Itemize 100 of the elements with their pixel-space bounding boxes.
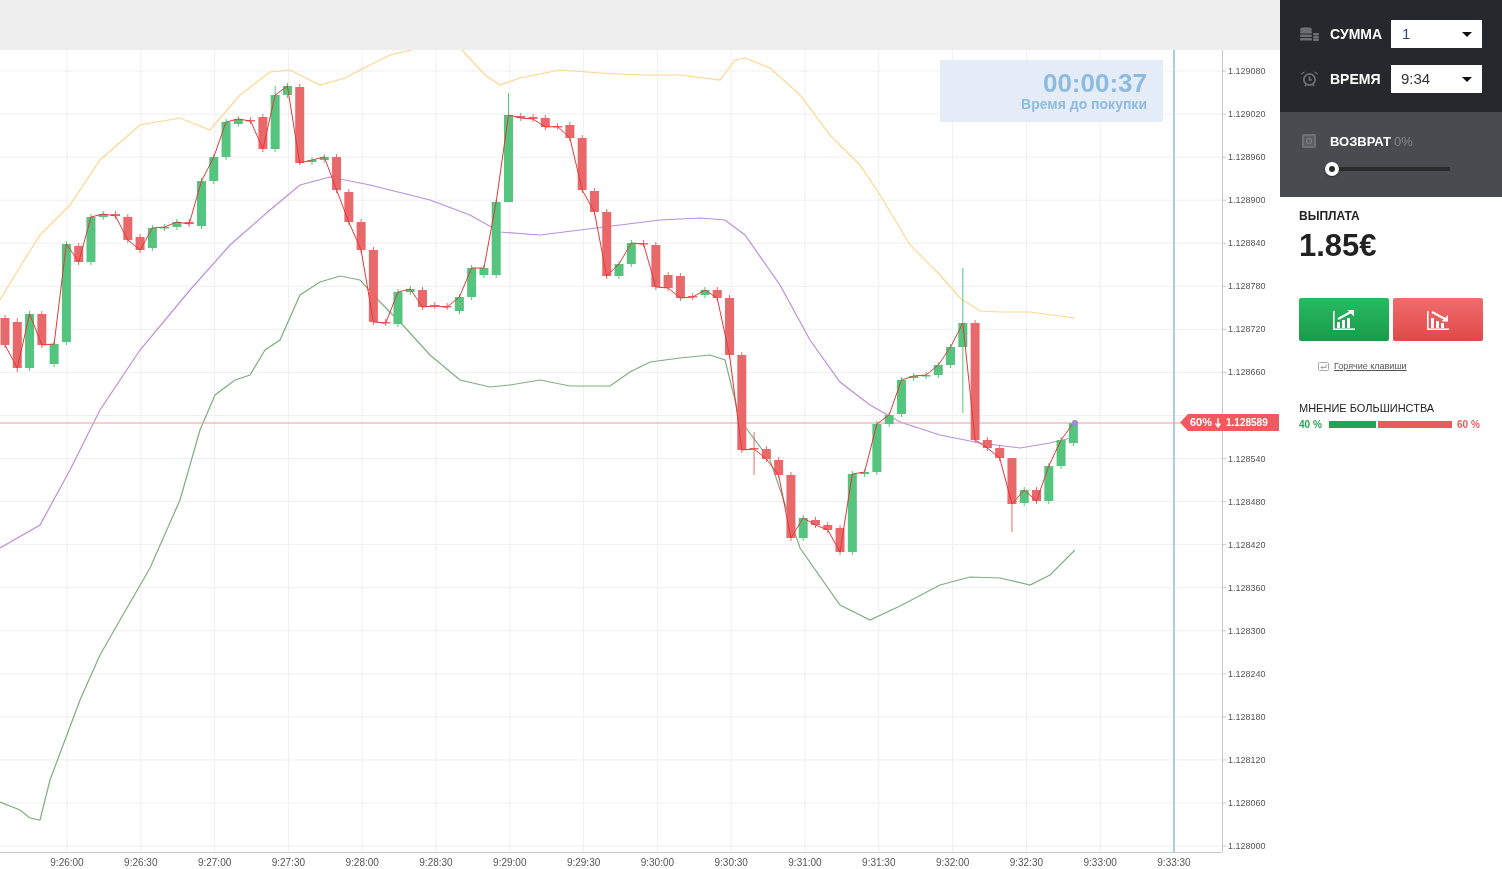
falling-candle: [835, 524, 845, 556]
caret-icon: [1462, 31, 1472, 37]
price-axis-label: 1.128960: [1228, 152, 1266, 163]
time-axis-label: 9:33:30: [1157, 857, 1191, 868]
put-button[interactable]: [1393, 298, 1483, 341]
time-axis-label: 9:32:00: [935, 857, 970, 868]
slider-thumb[interactable]: [1325, 162, 1339, 176]
falling-candle: [786, 471, 796, 542]
falling-candle: [982, 436, 992, 452]
price-axis-label: 1.128300: [1228, 625, 1266, 636]
rising-candle: [626, 239, 636, 268]
rising-candle: [172, 218, 182, 231]
countdown-label: Время до покупки: [1021, 95, 1147, 113]
rising-candle: [86, 213, 96, 266]
rising-candle: [921, 371, 931, 380]
falling-candle: [332, 153, 342, 194]
rising-candle: [454, 293, 464, 315]
time-axis-label: 9:29:00: [493, 857, 527, 868]
falling-candle: [811, 516, 820, 529]
rising-candle: [307, 156, 317, 166]
price-axis-label: 1.128180: [1228, 711, 1266, 722]
falling-candle: [688, 292, 698, 301]
majority-title: МНЕНИЕ БОЛЬШИНСТВА: [1299, 402, 1436, 415]
falling-candle: [516, 112, 526, 122]
rising-candle: [933, 361, 943, 379]
rising-candle: [405, 285, 415, 296]
rising-candle: [467, 264, 477, 301]
falling-candle: [356, 218, 366, 254]
falling-candle: [381, 318, 391, 327]
rising-candle: [614, 260, 624, 280]
falling-candle: [418, 286, 427, 311]
rising-candle: [197, 177, 206, 230]
falling-candle: [12, 317, 22, 373]
price-axis-label: 1.128480: [1228, 496, 1266, 507]
falling-candle: [1032, 486, 1041, 505]
falling-candle: [37, 310, 47, 349]
price-axis-label: 1.128060: [1228, 798, 1266, 808]
call-button[interactable]: [1299, 298, 1389, 341]
chart-up-icon: [1332, 308, 1356, 331]
payout-value: 1.85€: [1299, 229, 1378, 263]
time-axis-label: 9:27:30: [271, 857, 306, 868]
time-axis-label: 9:31:00: [788, 857, 822, 868]
time-axis-label: 9:28:30: [419, 857, 453, 868]
amount-select[interactable]: 1: [1391, 20, 1482, 48]
time-axis-label: 9:29:30: [566, 857, 601, 868]
arrow-down-icon: [1215, 417, 1222, 428]
falling-candle: [540, 114, 550, 131]
price-axis-label: 1.128360: [1228, 582, 1266, 593]
rising-candle: [209, 153, 219, 185]
payout-label: ВЫПЛАТА: [1299, 209, 1361, 223]
rising-candle: [860, 468, 870, 478]
price-axis-label: 1.128660: [1228, 367, 1266, 378]
falling-candle: [123, 213, 133, 244]
falling-candle: [761, 445, 771, 463]
rising-candle: [798, 514, 808, 542]
falling-candle: [0, 314, 10, 349]
falling-candle: [135, 233, 145, 254]
falling-candle: [639, 239, 649, 248]
rising-candle: [270, 85, 280, 153]
falling-candle: [111, 210, 120, 220]
falling-candle: [258, 113, 268, 153]
rising-candle: [393, 288, 403, 328]
falling-candle: [74, 242, 84, 266]
safe-icon: [1302, 134, 1316, 148]
time-axis-label: 9:33:00: [1083, 857, 1117, 868]
refund-value: 0%: [1393, 133, 1413, 149]
hotkeys-link[interactable]: Горячие клавиши: [1334, 360, 1407, 372]
time-axis-label: 9:26:00: [50, 857, 84, 868]
rising-candle: [946, 343, 956, 369]
rising-candle: [282, 82, 292, 99]
falling-candle: [528, 113, 538, 123]
falling-candle: [442, 302, 452, 311]
chart-down-icon: [1426, 308, 1450, 331]
majority-up-percent: 40 %: [1299, 419, 1323, 430]
rising-candle: [221, 118, 231, 161]
falling-candle: [553, 122, 563, 130]
time-axis-label: 9:30:30: [714, 857, 748, 868]
price-axis-label: 1.128420: [1228, 539, 1266, 550]
price-axis-label: 1.128840: [1228, 238, 1266, 249]
rising-candle: [319, 153, 329, 164]
enter-key-icon: [1318, 361, 1329, 371]
falling-candle: [565, 121, 575, 142]
price-axis-label: 1.128540: [1228, 453, 1266, 464]
falling-candle: [344, 188, 354, 226]
falling-candle: [184, 218, 194, 228]
alarm-clock-icon: [1300, 71, 1319, 87]
falling-candle: [430, 301, 440, 310]
time-axis-label: 9:30:00: [640, 857, 675, 868]
rising-candle: [160, 223, 170, 232]
time-axis-label: 9:32:30: [1009, 857, 1044, 868]
countdown-time: 00:00:37: [1042, 69, 1147, 96]
majority-down-percent: 60 %: [1457, 419, 1480, 430]
falling-candle: [823, 521, 833, 534]
falling-candle: [995, 444, 1005, 462]
falling-candle: [577, 134, 587, 194]
time-axis-label: 9:26:30: [124, 857, 158, 868]
price-axis-label: 1.129080: [1228, 66, 1266, 76]
time-axis-label: 9:27:00: [197, 857, 232, 868]
time-select[interactable]: 9:34: [1391, 65, 1482, 93]
rising-candle: [25, 310, 35, 372]
